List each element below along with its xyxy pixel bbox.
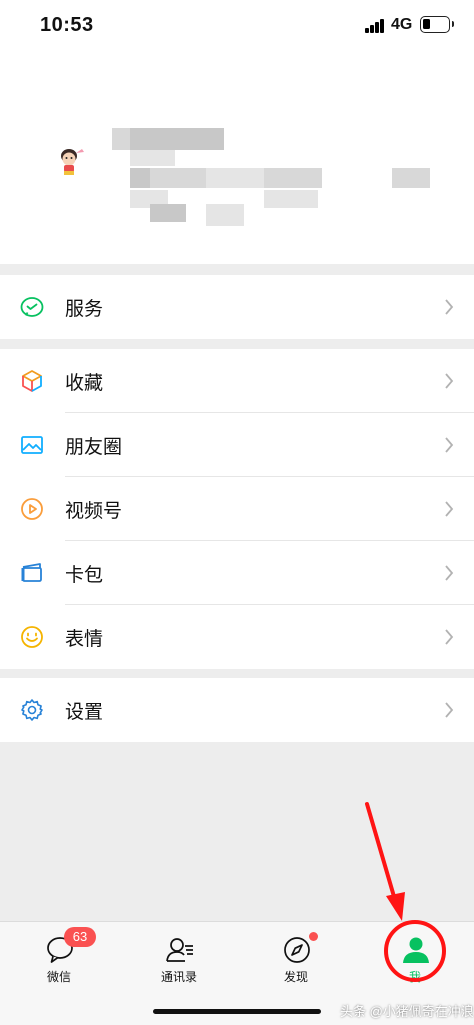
section-settings: 设置 xyxy=(0,678,474,742)
menu-label: 服务 xyxy=(65,299,104,320)
tab-contacts[interactable]: 通讯录 xyxy=(120,922,238,1002)
menu-item-service[interactable]: 服务 xyxy=(0,275,474,339)
annotation-circle xyxy=(384,920,446,982)
tab-chats[interactable]: 63 微信 xyxy=(0,922,118,1002)
blurred-name xyxy=(112,128,130,150)
annotation-arrow-icon xyxy=(365,802,405,921)
menu-label: 收藏 xyxy=(65,373,104,394)
menu-item-settings[interactable]: 设置 xyxy=(0,678,474,742)
tab-label: 微信 xyxy=(46,970,71,984)
status-bar: 10:53 4G xyxy=(0,0,474,52)
notification-dot xyxy=(309,932,318,941)
chevron-right-icon xyxy=(445,565,454,581)
play-icon xyxy=(21,498,43,520)
cube-icon xyxy=(22,370,42,392)
wechat-pay-icon xyxy=(20,297,44,317)
menu-item-moments[interactable]: 朋友圈 xyxy=(0,413,474,477)
image-icon xyxy=(21,436,43,454)
status-time: 10:53 xyxy=(40,14,94,36)
profile-header[interactable] xyxy=(0,52,474,264)
chevron-right-icon xyxy=(445,629,454,645)
menu-label: 视频号 xyxy=(65,501,123,522)
chevron-right-icon xyxy=(445,299,454,315)
tab-discover[interactable]: 发现 xyxy=(237,922,355,1002)
avatar[interactable] xyxy=(54,146,86,176)
menu-item-channels[interactable]: 视频号 xyxy=(0,477,474,541)
menu-item-cards[interactable]: 卡包 xyxy=(0,541,474,605)
menu-label: 卡包 xyxy=(65,565,104,586)
menu-label: 设置 xyxy=(65,702,104,723)
menu-label: 表情 xyxy=(65,629,104,650)
section-main: 收藏 朋友圈 视频号 卡包 表情 xyxy=(0,349,474,669)
watermark: 头条 @小猪佩奇在冲浪 xyxy=(340,1004,474,1019)
chevron-right-icon xyxy=(445,437,454,453)
chevron-right-icon xyxy=(445,373,454,389)
wallet-icon xyxy=(21,563,42,582)
menu-item-stickers[interactable]: 表情 xyxy=(0,605,474,669)
unread-badge: 63 xyxy=(64,927,96,947)
blurred-qr-icon xyxy=(392,168,430,188)
contacts-icon xyxy=(166,938,193,962)
tab-label: 发现 xyxy=(283,970,308,984)
gear-icon xyxy=(21,699,43,721)
battery-icon xyxy=(420,16,454,33)
signal-icon xyxy=(365,19,385,33)
chevron-right-icon xyxy=(445,702,454,718)
menu-label: 朋友圈 xyxy=(65,437,123,458)
network-type: 4G xyxy=(391,16,413,33)
compass-icon xyxy=(284,937,310,963)
menu-item-favorites[interactable]: 收藏 xyxy=(0,349,474,413)
tab-label: 通讯录 xyxy=(160,970,197,984)
smile-icon xyxy=(21,626,43,648)
home-indicator xyxy=(153,1009,321,1014)
section-service: 服务 xyxy=(0,275,474,339)
chevron-right-icon xyxy=(445,501,454,517)
